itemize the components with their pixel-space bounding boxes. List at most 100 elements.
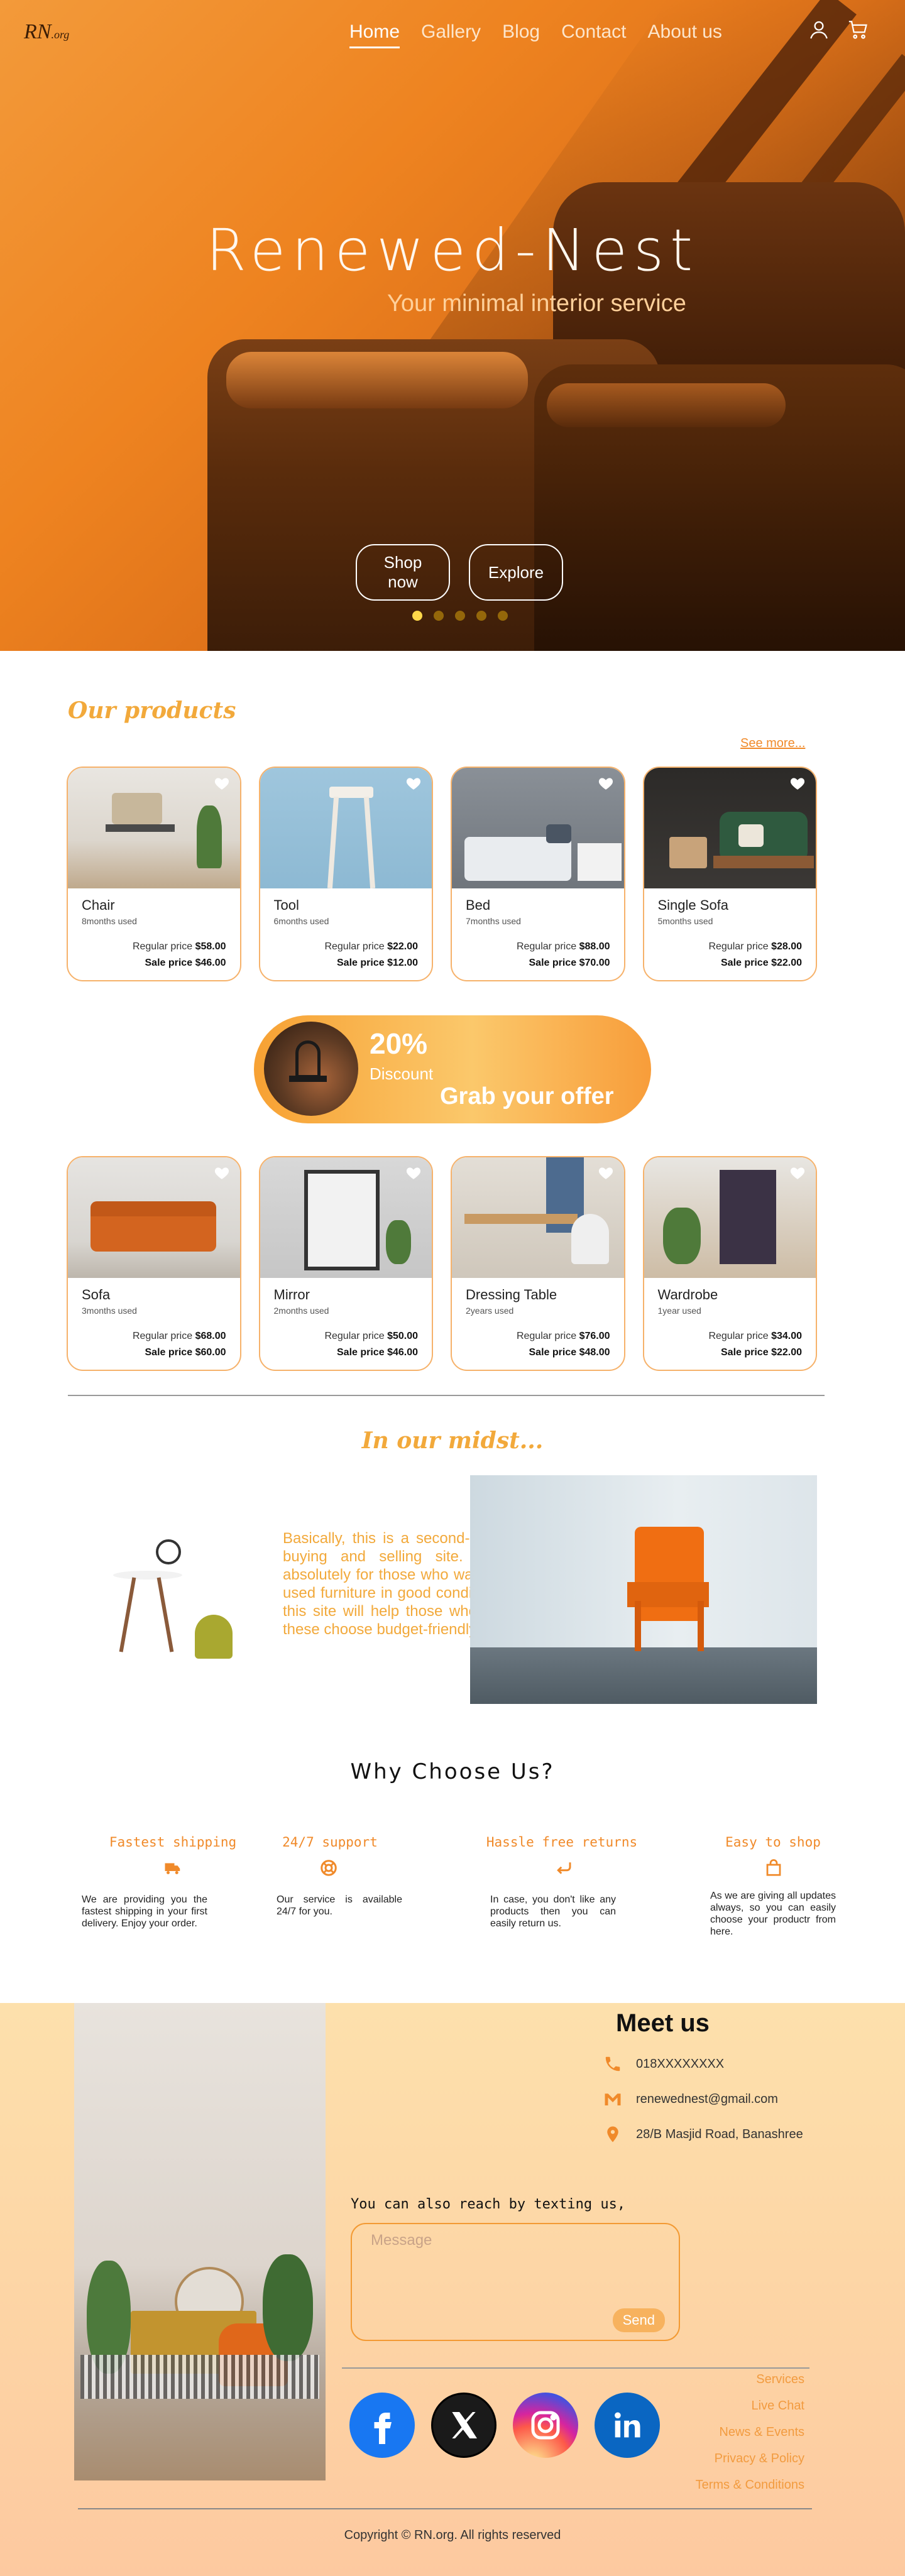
heart-icon[interactable] bbox=[789, 775, 806, 792]
see-more-link[interactable]: See more... bbox=[740, 736, 805, 751]
contact-phone[interactable]: 018XXXXXXXX bbox=[603, 2055, 724, 2073]
contact-address[interactable]: 28/B Masjid Road, Banashree bbox=[603, 2125, 803, 2144]
product-name: Dressing Table bbox=[466, 1287, 557, 1302]
explore-button[interactable]: Explore bbox=[469, 544, 563, 601]
product-card[interactable]: Mirror 2months used Regular price $50.00… bbox=[258, 1156, 433, 1371]
instagram-icon[interactable] bbox=[513, 2393, 578, 2458]
product-name: Mirror bbox=[273, 1287, 310, 1302]
regular-price: Regular price $68.00 bbox=[132, 1331, 226, 1341]
footer-links: Services Live Chat News & Events Privacy… bbox=[696, 2372, 804, 2504]
product-name: Bed bbox=[466, 897, 491, 913]
product-card[interactable]: Single Sofa 5months used Regular price $… bbox=[642, 767, 817, 981]
product-usage: 1year used bbox=[657, 1306, 701, 1316]
nav-contact[interactable]: Contact bbox=[561, 21, 626, 48]
product-usage: 2years used bbox=[466, 1306, 514, 1316]
heart-icon[interactable] bbox=[598, 1165, 614, 1181]
hero-subtitle: Your minimal interior service bbox=[387, 290, 686, 317]
heart-icon[interactable] bbox=[405, 1165, 422, 1181]
product-name: Sofa bbox=[82, 1287, 111, 1302]
product-name: Single Sofa bbox=[657, 897, 729, 913]
product-usage: 3months used bbox=[82, 1306, 137, 1316]
product-card[interactable]: Tool 6months used Regular price $22.00 S… bbox=[258, 767, 433, 981]
products-title: Our products bbox=[68, 697, 236, 724]
sale-price: Sale price $12.00 bbox=[337, 958, 418, 968]
linkedin-icon[interactable] bbox=[595, 2393, 660, 2458]
table-chair-image bbox=[107, 1527, 258, 1690]
carousel-dot[interactable] bbox=[412, 611, 422, 621]
product-name: Chair bbox=[82, 897, 115, 913]
shopping-bag-icon bbox=[766, 1859, 781, 1876]
sale-price: Sale price $46.00 bbox=[337, 1347, 418, 1358]
feature-easy-shop: Easy to shop As we are giving all update… bbox=[710, 1835, 836, 1937]
product-grid: Sofa 3months used Regular price $68.00 S… bbox=[67, 1156, 817, 1371]
contact-email[interactable]: renewednest@gmail.com bbox=[603, 2090, 778, 2109]
product-image bbox=[260, 768, 432, 889]
phone-icon bbox=[605, 2056, 620, 2071]
link-terms[interactable]: Terms & Conditions bbox=[696, 2478, 804, 2492]
send-button[interactable]: Send bbox=[612, 2308, 665, 2332]
product-usage: 6months used bbox=[273, 916, 329, 926]
sale-price: Sale price $22.00 bbox=[721, 1347, 802, 1358]
heart-icon[interactable] bbox=[598, 775, 614, 792]
discount-label: Discount bbox=[370, 1064, 434, 1083]
link-services[interactable]: Services bbox=[696, 2372, 804, 2387]
hero-banner: RN.org Home Gallery Blog Contact About u… bbox=[0, 0, 905, 651]
carousel-dot[interactable] bbox=[434, 611, 444, 621]
user-icon[interactable] bbox=[808, 19, 830, 40]
product-card[interactable]: Chair 8months used Regular price $58.00 … bbox=[67, 767, 241, 981]
heart-icon[interactable] bbox=[214, 775, 230, 792]
discount-percent: 20% bbox=[370, 1027, 428, 1060]
shop-now-button[interactable]: Shop now bbox=[356, 544, 450, 601]
heart-icon[interactable] bbox=[405, 775, 422, 792]
product-usage: 8months used bbox=[82, 916, 137, 926]
carousel-dots bbox=[412, 611, 508, 621]
product-card[interactable]: Bed 7months used Regular price $88.00 Sa… bbox=[451, 767, 625, 981]
product-usage: 2months used bbox=[273, 1306, 329, 1316]
x-icon[interactable] bbox=[431, 2393, 496, 2458]
nav-blog[interactable]: Blog bbox=[502, 21, 540, 48]
product-grid: Chair 8months used Regular price $58.00 … bbox=[67, 767, 817, 981]
product-usage: 5months used bbox=[657, 916, 713, 926]
discount-chair-image bbox=[264, 1022, 358, 1116]
feature-shipping: Fastest shipping We are providing you th… bbox=[82, 1835, 237, 1929]
location-pin-icon bbox=[607, 2126, 618, 2142]
cart-icon[interactable] bbox=[847, 19, 869, 40]
sale-price: Sale price $60.00 bbox=[145, 1347, 226, 1358]
carousel-dot[interactable] bbox=[476, 611, 486, 621]
nav-about[interactable]: About us bbox=[648, 21, 722, 48]
message-field[interactable]: Message Send bbox=[351, 2223, 680, 2341]
feature-support: 24/7 support Our service is available 24… bbox=[277, 1835, 402, 1917]
orange-chair-image bbox=[470, 1475, 817, 1704]
link-live-chat[interactable]: Live Chat bbox=[696, 2399, 805, 2413]
copyright: Copyright © RN.org. All rights reserved bbox=[344, 2528, 561, 2542]
link-news-events[interactable]: News & Events bbox=[696, 2425, 804, 2440]
logo[interactable]: RN.org bbox=[24, 20, 69, 44]
product-card[interactable]: Sofa 3months used Regular price $68.00 S… bbox=[67, 1156, 241, 1371]
heart-icon[interactable] bbox=[789, 1165, 806, 1181]
product-image bbox=[644, 768, 816, 888]
nav-home[interactable]: Home bbox=[349, 21, 400, 48]
discount-banner[interactable]: 20% Discount Grab your offer bbox=[254, 1015, 651, 1123]
carousel-dot[interactable] bbox=[455, 611, 465, 621]
product-card[interactable]: Wardrobe 1year used Regular price $34.00… bbox=[642, 1156, 817, 1371]
reach-text: You can also reach by texting us, bbox=[351, 2197, 626, 2212]
nav-gallery[interactable]: Gallery bbox=[421, 21, 481, 48]
facebook-icon[interactable] bbox=[349, 2393, 415, 2458]
sale-price: Sale price $46.00 bbox=[145, 958, 226, 968]
regular-price: Regular price $88.00 bbox=[516, 941, 610, 952]
regular-price: Regular price $50.00 bbox=[324, 1331, 418, 1341]
footer-bottom-divider bbox=[78, 2508, 812, 2509]
heart-icon[interactable] bbox=[214, 1165, 230, 1181]
carousel-dot[interactable] bbox=[498, 611, 508, 621]
product-name: Wardrobe bbox=[657, 1287, 718, 1302]
why-title: Why Choose Us? bbox=[350, 1759, 555, 1784]
regular-price: Regular price $34.00 bbox=[708, 1331, 802, 1341]
gmail-icon bbox=[605, 2093, 621, 2105]
product-card[interactable]: Dressing Table 2years used Regular price… bbox=[451, 1156, 625, 1371]
product-name: Tool bbox=[273, 897, 299, 913]
living-room-image bbox=[74, 2003, 326, 2480]
link-privacy[interactable]: Privacy & Policy bbox=[696, 2452, 804, 2466]
grab-offer-button[interactable]: Grab your offer bbox=[440, 1083, 614, 1110]
sale-price: Sale price $70.00 bbox=[529, 958, 610, 968]
product-image bbox=[260, 1157, 432, 1278]
